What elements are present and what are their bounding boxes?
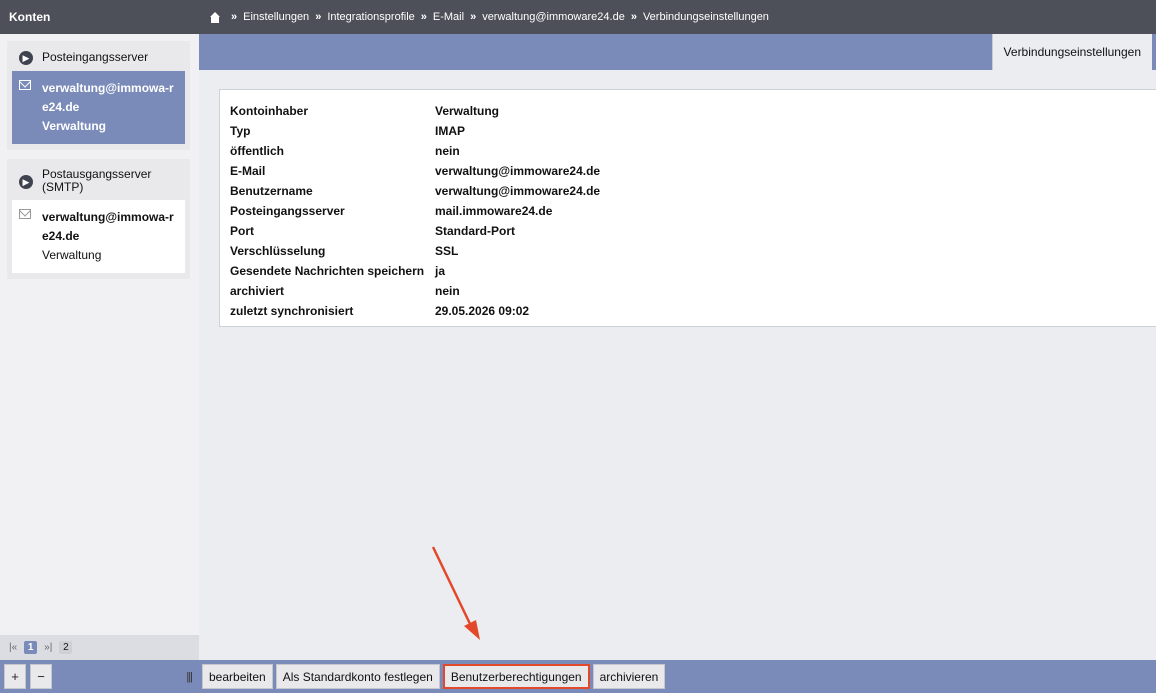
pager-page-2[interactable]: 2 [59,641,73,654]
detail-label: Typ [230,124,251,138]
action-toolbar: bearbeiten Als Standardkonto festlegen B… [199,660,1156,693]
detail-value: nein [435,284,460,298]
group-outgoing-header[interactable]: ▶ Postausgangsserver (SMTP) [7,159,190,200]
detail-label: Verschlüsselung [230,244,326,258]
group-incoming-label: Posteingangsserver [42,50,149,64]
user-permissions-button[interactable]: Benutzerberechtigungen [442,664,590,689]
tab-verbindungseinstellungen[interactable]: Verbindungseinstellungen [991,34,1152,70]
detail-label: Benutzername [230,184,313,198]
detail-label: Posteingangsserver [230,204,345,218]
breadcrumb-separator: » [231,11,238,23]
detail-value: Verwaltung [435,104,500,118]
detail-value: mail.immoware24.de [435,204,553,218]
breadcrumb: » Einstellungen » Integrationsprofile » … [199,0,1156,34]
breadcrumb-item-integrationsprofile[interactable]: Integrationsprofile [327,11,414,23]
detail-value: 29.05.2026 09:02 [435,304,530,318]
details-panel: Kontoinhaber Verwaltung Typ IMAP öffentlic… [219,89,1156,327]
edit-button[interactable]: bearbeiten [202,664,273,689]
chevron-right-icon: ▶ [19,175,33,189]
detail-value: verwaltung@immoware24.de [435,184,601,198]
detail-value: Standard-Port [435,224,516,238]
detail-label: archiviert [230,284,285,298]
detail-label: zuletzt synchronisiert [230,304,354,318]
breadcrumb-item-email[interactable]: E-Mail [433,11,464,23]
remove-button[interactable]: − [30,664,52,689]
resize-grip-icon[interactable]: ||| [186,671,193,683]
detail-row: Typ IMAP [230,121,1153,141]
detail-row: Verschlüsselung SSL [230,241,1153,261]
mail-icon [19,209,31,219]
pager-current-page[interactable]: 1 [24,641,38,654]
detail-label: E-Mail [230,164,266,178]
detail-row: öffentlich nein [230,141,1153,161]
detail-row: Posteingangsserver mail.immoware24.de [230,201,1153,221]
account-item-incoming[interactable]: verwaltung@immowa-re24.de Verwaltung [12,71,185,144]
chevron-right-icon: ▶ [19,51,33,65]
sidebar-toolbar: + − ||| [0,660,199,693]
pager-first[interactable]: |« [6,641,20,654]
detail-row: Benutzername verwaltung@immoware24.de [230,181,1153,201]
group-outgoing: ▶ Postausgangsserver (SMTP) verwaltung@i… [7,159,190,279]
breadcrumb-separator: » [630,11,637,23]
detail-row: archiviert nein [230,281,1153,301]
mail-icon [19,80,31,90]
detail-row: Kontoinhaber Verwaltung [230,101,1153,121]
pager: |« 1 »| 2 [0,635,199,660]
breadcrumb-separator: » [315,11,322,23]
breadcrumb-separator: » [470,11,477,23]
account-name: Verwaltung [42,248,102,262]
detail-row: E-Mail verwaltung@immoware24.de [230,161,1153,181]
detail-row: Gesendete Nachrichten speichern ja [230,261,1153,281]
add-button[interactable]: + [4,664,26,689]
home-icon[interactable] [209,11,221,23]
breadcrumb-item-einstellungen[interactable]: Einstellungen [243,11,309,23]
detail-value: ja [435,264,446,278]
breadcrumb-item-account[interactable]: verwaltung@immoware24.de [482,11,625,23]
detail-value: SSL [435,244,459,258]
breadcrumb-separator: » [420,11,427,23]
sidebar-title: Konten [0,0,199,34]
detail-label: Port [230,224,254,238]
detail-value: IMAP [435,124,465,138]
set-default-account-button[interactable]: Als Standardkonto festlegen [275,664,440,689]
account-item-outgoing[interactable]: verwaltung@immowa-re24.de Verwaltung [12,200,185,273]
detail-label: öffentlich [230,144,284,158]
detail-label: Gesendete Nachrichten speichern [230,264,425,278]
account-address: verwaltung@immowa-re24.de [42,81,174,114]
group-incoming: ▶ Posteingangsserver verwaltung@immowa-r… [7,41,190,150]
detail-row: zuletzt synchronisiert 29.05.2026 09:02 [230,301,1153,321]
detail-row: Port Standard-Port [230,221,1153,241]
group-incoming-header[interactable]: ▶ Posteingangsserver [7,41,190,71]
breadcrumb-item-connection: Verbindungseinstellungen [642,11,769,23]
detail-value: verwaltung@immoware24.de [435,164,601,178]
account-address: verwaltung@immowa-re24.de [42,210,174,243]
archive-button[interactable]: archivieren [592,664,666,689]
detail-label: Kontoinhaber [230,104,308,118]
detail-value: nein [435,144,460,158]
pager-last[interactable]: »| [41,641,55,654]
group-outgoing-label: Postausgangsserver (SMTP) [42,167,152,194]
sidebar: Konten ▶ Posteingangsserver verwaltung@i… [0,0,199,693]
account-name: Verwaltung [42,119,107,133]
tab-bar: Verbindungseinstellungen [199,34,1156,70]
